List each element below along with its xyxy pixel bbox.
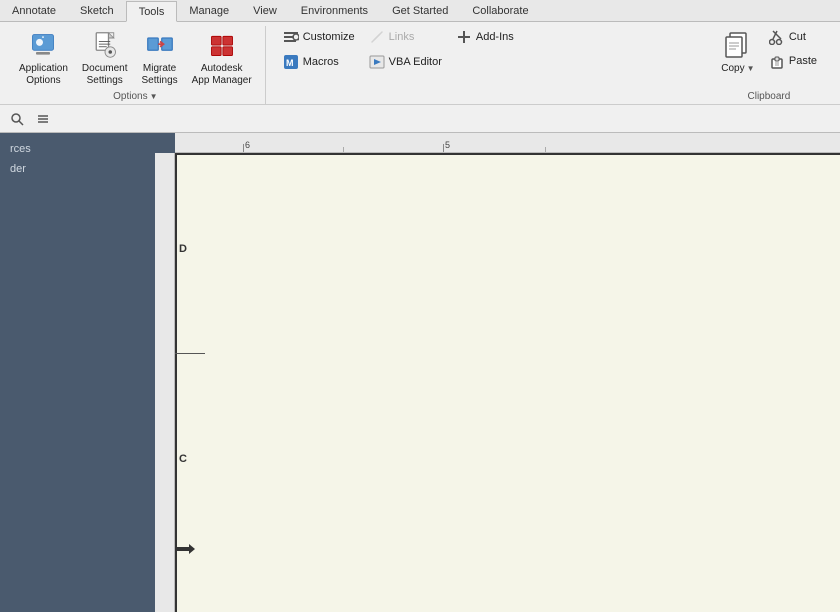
vba-editor-button[interactable]: VBA Editor: [364, 51, 447, 73]
migrate-settings-icon: [144, 29, 176, 61]
tab-environments[interactable]: Environments: [289, 0, 380, 21]
canvas-area: 6 5 D C: [155, 133, 840, 612]
migrate-settings-label: MigrateSettings: [142, 63, 178, 87]
paste-button[interactable]: Paste: [764, 50, 822, 72]
tab-view[interactable]: View: [241, 0, 289, 21]
cut-label: Cut: [789, 31, 806, 43]
canvas-label-c: C: [179, 453, 187, 465]
search-button[interactable]: [6, 108, 28, 130]
left-panel: rces der: [0, 133, 155, 612]
clipboard-small-group: Cut Paste: [764, 26, 822, 72]
customize-items: Customize M Macros: [278, 26, 531, 91]
ruler-tick-5: [443, 144, 444, 152]
ribbon-group-clipboard: Copy ▼ Cut: [708, 26, 830, 104]
options-items: ApplicationOptions: [14, 26, 257, 91]
canvas-label-d: D: [179, 243, 187, 255]
cut-button[interactable]: Cut: [764, 26, 822, 48]
paste-label: Paste: [789, 55, 817, 67]
links-label: Links: [389, 31, 415, 43]
tab-sketch[interactable]: Sketch: [68, 0, 126, 21]
ruler-side: [155, 153, 175, 612]
left-panel-item-resources[interactable]: rces: [6, 141, 149, 157]
add-ins-icon: [456, 29, 472, 45]
ruler-tick-6: [243, 144, 244, 152]
main-area: rces der 6 5 D C: [0, 133, 840, 612]
links-icon: [369, 29, 385, 45]
document-settings-button[interactable]: DocumentSettings: [77, 26, 133, 90]
ribbon-tab-bar: Annotate Sketch Tools Manage View Enviro…: [0, 0, 840, 22]
application-options-button[interactable]: ApplicationOptions: [14, 26, 73, 90]
ruler-top: 6 5: [175, 133, 840, 153]
search-icon: [10, 112, 24, 126]
tab-manage[interactable]: Manage: [177, 0, 241, 21]
document-settings-icon: [89, 29, 121, 61]
clipboard-items: Copy ▼ Cut: [716, 26, 822, 91]
options-group-label: Options ▼: [14, 91, 257, 104]
ribbon: Annotate Sketch Tools Manage View Enviro…: [0, 0, 840, 105]
tab-annotate[interactable]: Annotate: [0, 0, 68, 21]
application-options-label: ApplicationOptions: [19, 63, 68, 87]
tab-get-started[interactable]: Get Started: [380, 0, 460, 21]
toolbar-row: [0, 105, 840, 133]
vba-editor-label: VBA Editor: [389, 56, 442, 68]
add-ins-button[interactable]: Add-Ins: [451, 26, 531, 48]
clipboard-group-label: Clipboard: [716, 91, 822, 104]
tab-collaborate[interactable]: Collaborate: [460, 0, 540, 21]
autodesk-app-manager-button[interactable]: AutodeskApp Manager: [187, 26, 257, 90]
svg-text:M: M: [286, 58, 294, 68]
canvas-hline-1: [175, 353, 205, 354]
vba-editor-icon: [369, 54, 385, 70]
autodesk-app-manager-label: AutodeskApp Manager: [192, 63, 252, 87]
ruler-tick-mid: [343, 147, 344, 152]
migrate-settings-button[interactable]: MigrateSettings: [137, 26, 183, 90]
hamburger-icon: [36, 112, 50, 126]
copy-button[interactable]: Copy ▼: [716, 26, 760, 78]
links-button[interactable]: Links: [364, 26, 447, 48]
application-options-icon: [27, 29, 59, 61]
cut-icon: [769, 29, 785, 45]
macros-label: Macros: [303, 56, 339, 68]
copy-label: Copy ▼: [721, 63, 754, 75]
ribbon-group-options: ApplicationOptions: [6, 26, 266, 104]
canvas-top-border: [175, 153, 840, 155]
ruler-tick-mid2: [545, 147, 546, 152]
options-dropdown-arrow: ▼: [150, 92, 158, 101]
tab-tools[interactable]: Tools: [126, 1, 178, 22]
arrow-cursor: [175, 541, 195, 557]
customize-label: Customize: [303, 31, 355, 43]
ribbon-spacer: [543, 26, 708, 104]
macros-button[interactable]: M Macros: [278, 51, 360, 73]
drawing-paper[interactable]: D C: [175, 153, 840, 612]
customize-button[interactable]: Customize: [278, 26, 360, 48]
paste-icon: [769, 53, 785, 69]
copy-icon: [722, 29, 754, 61]
customize-icon: [283, 29, 299, 45]
hamburger-button[interactable]: [32, 108, 54, 130]
ribbon-content: ApplicationOptions: [0, 22, 840, 104]
document-settings-label: DocumentSettings: [82, 63, 128, 87]
ruler-label-6: 6: [245, 140, 250, 150]
add-ins-label: Add-Ins: [476, 31, 514, 43]
left-panel-item-order[interactable]: der: [6, 161, 149, 177]
macros-icon: M: [283, 54, 299, 70]
ruler-label-5: 5: [445, 140, 450, 150]
ribbon-group-customize: Customize M Macros: [270, 26, 539, 104]
autodesk-app-manager-icon: [206, 29, 238, 61]
